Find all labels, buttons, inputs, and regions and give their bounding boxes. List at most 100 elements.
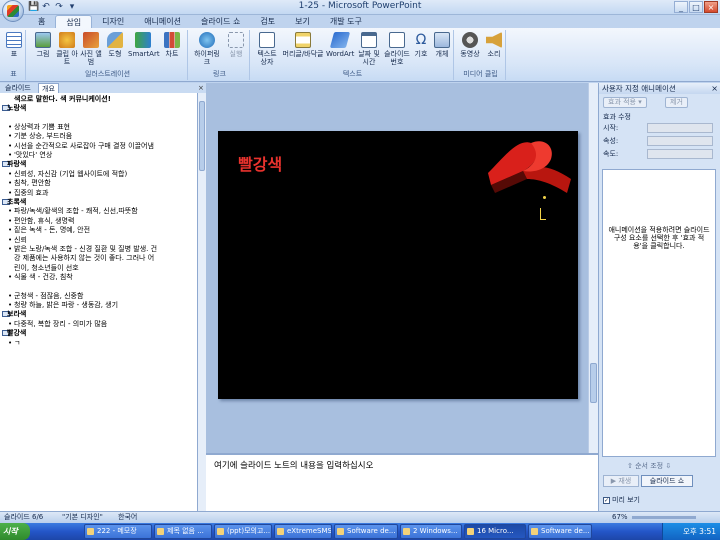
outline-line[interactable]: 색으로 말한다. 색 커뮤니케이션! [14, 95, 111, 103]
outline-line[interactable]: 파랑/녹색/황색의 조합 - 쾌적, 신선,따뜻함 [8, 207, 138, 215]
autopreview-checkbox[interactable]: ✓ 미리 보기 [603, 495, 640, 505]
start-button[interactable]: 시작 [0, 523, 30, 540]
outline-slide-title[interactable]: 보라색 [7, 310, 26, 318]
system-tray-clock[interactable]: 오후 3:51 [662, 523, 720, 540]
checkbox-check-icon[interactable]: ✓ [603, 497, 610, 504]
tab-outline[interactable]: 개요 [38, 83, 59, 93]
animation-list[interactable]: 애니메이션을 적용하려면 슬라이드 구성 요소를 선택한 후 '효과 적용'을 … [602, 169, 716, 457]
symbol-button[interactable]: Ω 기호 [412, 32, 430, 58]
zoom-level[interactable]: 67% [612, 512, 628, 523]
scroll-thumb[interactable] [199, 101, 205, 171]
red-ribbon-icon[interactable] [483, 133, 573, 203]
slideshow-button[interactable]: 슬라이드 쇼 [641, 475, 693, 487]
outline-line[interactable]: '맛있다' 연상 [8, 151, 52, 159]
outline-line[interactable]: 린이, 청소년들이 선호 [14, 264, 79, 272]
taskbar-item[interactable]: (ppt)모의고... [214, 524, 272, 539]
hyperlink-button[interactable]: 하이퍼링크 [192, 32, 222, 66]
tab-slideshow[interactable]: 슬라이드 쇼 [191, 15, 250, 28]
scroll-thumb[interactable] [590, 363, 597, 403]
wordart-icon [329, 32, 351, 48]
slide-title[interactable]: 빨강색 [238, 151, 282, 175]
tab-developer[interactable]: 개발 도구 [320, 15, 372, 28]
taskbar-item[interactable]: 2 Windows... [400, 524, 462, 539]
outline-line[interactable]: 다중적, 복합 장리 - 의미가 많음 [8, 320, 107, 328]
omega-icon: Ω [415, 32, 427, 48]
action-icon [228, 32, 244, 48]
outline-line[interactable]: ㄱ [8, 339, 21, 347]
tab-view[interactable]: 보기 [285, 15, 320, 28]
outline-line[interactable]: 기분 상승, 부드러움 [8, 132, 72, 140]
start-select[interactable] [647, 123, 713, 133]
clip-art-button[interactable]: 클립 아트 [56, 32, 78, 66]
window-controls: _ □ × [674, 1, 718, 13]
outline-line[interactable]: 청량 하늘, 밝은 파랑 - 생동감, 생기 [8, 301, 118, 309]
zoom-slider[interactable] [632, 516, 696, 519]
shapes-button[interactable]: 도형 [104, 32, 126, 58]
reorder-label: ⇧ 순서 조정 ⇩ [627, 462, 672, 470]
slide-scrollbar[interactable] [588, 83, 598, 453]
outline-slide-title[interactable]: 초록색 [7, 198, 26, 206]
taskbar-item[interactable]: Software de... [334, 524, 398, 539]
outline-line[interactable]: 신뢰성, 자신감 (기업 웹사이트에 적합) [8, 170, 127, 178]
outline-line[interactable]: 침착, 편안함 [8, 179, 51, 187]
outline-line[interactable]: 편안함, 휴식, 생명력 [8, 217, 74, 225]
outline-line[interactable]: 짙은 녹색 - 돈, 명예, 안전 [8, 226, 90, 234]
table-button[interactable]: 표 [5, 32, 23, 58]
taskbar-item-active[interactable]: 16 Micro... [464, 524, 526, 539]
pane-close-button[interactable]: × [198, 84, 204, 92]
outline-pane[interactable]: 색으로 말한다. 색 커뮤니케이션!노랑색상상력과 기쁨 표현기분 상승, 부드… [0, 93, 198, 511]
property-select[interactable] [647, 136, 713, 146]
outline-line[interactable]: 신뢰 [8, 236, 27, 244]
outline-line[interactable]: 군청색 - 점잖음, 신중함 [8, 292, 83, 300]
wordart-button[interactable]: WordArt [326, 32, 354, 58]
smartart-button[interactable]: SmartArt [128, 32, 160, 58]
text-box-button[interactable]: 텍스트 상자 [254, 32, 280, 66]
picture-button[interactable]: 그림 [32, 32, 54, 58]
tab-home[interactable]: 홈 [28, 15, 55, 28]
language[interactable]: 한국어 [118, 512, 137, 523]
rotation-handle[interactable] [543, 196, 546, 199]
outline-line[interactable]: 집중의 효과 [8, 189, 49, 197]
tab-insert[interactable]: 삽입 [55, 15, 93, 28]
slide-number-icon [389, 32, 405, 48]
play-button[interactable]: ▶ 재생 [603, 475, 639, 487]
taskbar-item[interactable]: 222 - 메모장 [84, 524, 152, 539]
group-label: 일러스트레이션 [84, 70, 131, 78]
add-effect-button[interactable]: 효과 적용 ▾ [603, 97, 647, 108]
office-button[interactable] [2, 0, 24, 22]
outline-slide-title[interactable]: 노랑색 [7, 104, 26, 112]
header-footer-button[interactable]: 머리글/바닥글 [282, 32, 324, 58]
minimize-button[interactable]: _ [674, 1, 688, 13]
close-button[interactable]: × [704, 1, 718, 13]
remove-effect-button[interactable]: 제거 [665, 97, 688, 108]
slide-number-button[interactable]: 슬라이드 번호 [384, 32, 410, 66]
date-time-button[interactable]: 날짜 및 시간 [356, 32, 382, 66]
notes-pane[interactable]: 여기에 슬라이드 노트의 내용을 입력하십시오 [206, 453, 598, 511]
chart-button[interactable]: 차트 [160, 32, 184, 58]
group-label: 링크 [213, 70, 226, 78]
outline-line[interactable]: 밝은 노랑/녹색 조합 - 신경 질환 및 질병 발생. 건 [8, 245, 157, 253]
taskbar-item[interactable]: eXtremeSMS [274, 524, 332, 539]
object-button[interactable]: 개체 [432, 32, 452, 58]
outline-line[interactable]: 상상력과 기쁨 표현 [8, 123, 70, 131]
taskbar-item[interactable]: 제목 없음 ... [154, 524, 212, 539]
outline-line[interactable]: 강 제품에는 사용하지 않는 것이 좋다. 그러나 어 [14, 254, 154, 262]
outline-line[interactable]: 시선을 순간적으로 사로잡아 구매 결정 이끌어냄 [8, 142, 154, 150]
outline-slide-title[interactable]: 빨강색 [7, 329, 26, 337]
tab-slides[interactable]: 슬라이드 [2, 83, 34, 93]
movie-button[interactable]: 동영상 [458, 32, 482, 58]
outline-line[interactable]: 식물 색 - 건강, 침착 [8, 273, 73, 281]
tab-animations[interactable]: 애니메이션 [134, 15, 191, 28]
outline-slide-title[interactable]: 파랑색 [7, 160, 26, 168]
photo-album-button[interactable]: 사진 앨범 [80, 32, 102, 66]
task-pane-close-icon[interactable]: × [711, 83, 718, 94]
tab-review[interactable]: 검토 [250, 15, 285, 28]
slide-canvas[interactable]: 빨강색 [218, 131, 578, 399]
maximize-button[interactable]: □ [689, 1, 703, 13]
tab-design[interactable]: 디자인 [92, 15, 134, 28]
action-button[interactable]: 실행 [224, 32, 248, 58]
speed-select[interactable] [647, 149, 713, 159]
sound-button[interactable]: 소리 [484, 32, 504, 58]
taskbar-item[interactable]: Software de... [528, 524, 592, 539]
outline-scrollbar[interactable] [198, 93, 206, 511]
